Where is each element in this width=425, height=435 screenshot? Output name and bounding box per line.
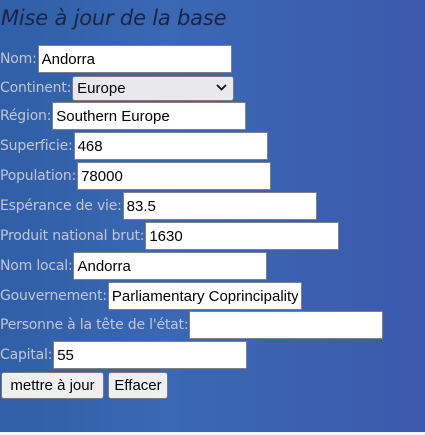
update-button[interactable]: mettre à jour xyxy=(1,372,104,399)
gouvernement-label: Gouvernement: xyxy=(0,288,107,304)
gouvernement-row: Gouvernement: xyxy=(0,281,302,311)
esperance-label: Espérance de vie: xyxy=(0,198,122,214)
superficie-label: Superficie: xyxy=(0,138,73,154)
region-input[interactable] xyxy=(52,102,247,130)
chef-label: Personne à la tête de l'état: xyxy=(0,317,189,333)
chef-row: Personne à la tête de l'état: xyxy=(0,310,384,340)
population-row: Population: xyxy=(0,161,272,191)
continent-label: Continent: xyxy=(0,80,72,96)
capital-input[interactable] xyxy=(53,341,248,369)
gouvernement-input[interactable] xyxy=(107,282,302,310)
nom-local-row: Nom local: xyxy=(0,251,268,281)
nom-row: Nom: xyxy=(0,44,232,74)
population-input[interactable] xyxy=(77,162,272,190)
chef-input[interactable] xyxy=(189,311,384,339)
chevron-down-icon xyxy=(216,84,227,90)
form-title: Mise à jour de la base xyxy=(1,6,227,30)
pnb-label: Produit national brut: xyxy=(0,228,145,244)
region-row: Région: xyxy=(0,101,247,131)
capital-label: Capital: xyxy=(0,347,53,363)
superficie-row: Superficie: xyxy=(0,131,268,161)
continent-selected-value: Europe xyxy=(77,79,126,97)
pnb-row: Produit national brut: xyxy=(0,221,340,251)
nom-input[interactable] xyxy=(37,45,232,73)
region-label: Région: xyxy=(0,108,52,124)
population-label: Population: xyxy=(0,168,77,184)
pnb-input[interactable] xyxy=(145,222,340,250)
nom-label: Nom: xyxy=(0,51,37,67)
continent-select[interactable]: Europe xyxy=(72,75,235,101)
esperance-input[interactable] xyxy=(122,192,317,220)
nom-local-input[interactable] xyxy=(73,252,268,280)
capital-row: Capital: xyxy=(0,340,248,370)
continent-row: Continent: Europe xyxy=(0,73,235,103)
reset-button[interactable]: Effacer xyxy=(108,372,168,399)
esperance-row: Espérance de vie: xyxy=(0,191,317,221)
nom-local-label: Nom local: xyxy=(0,258,73,274)
superficie-input[interactable] xyxy=(73,132,268,160)
